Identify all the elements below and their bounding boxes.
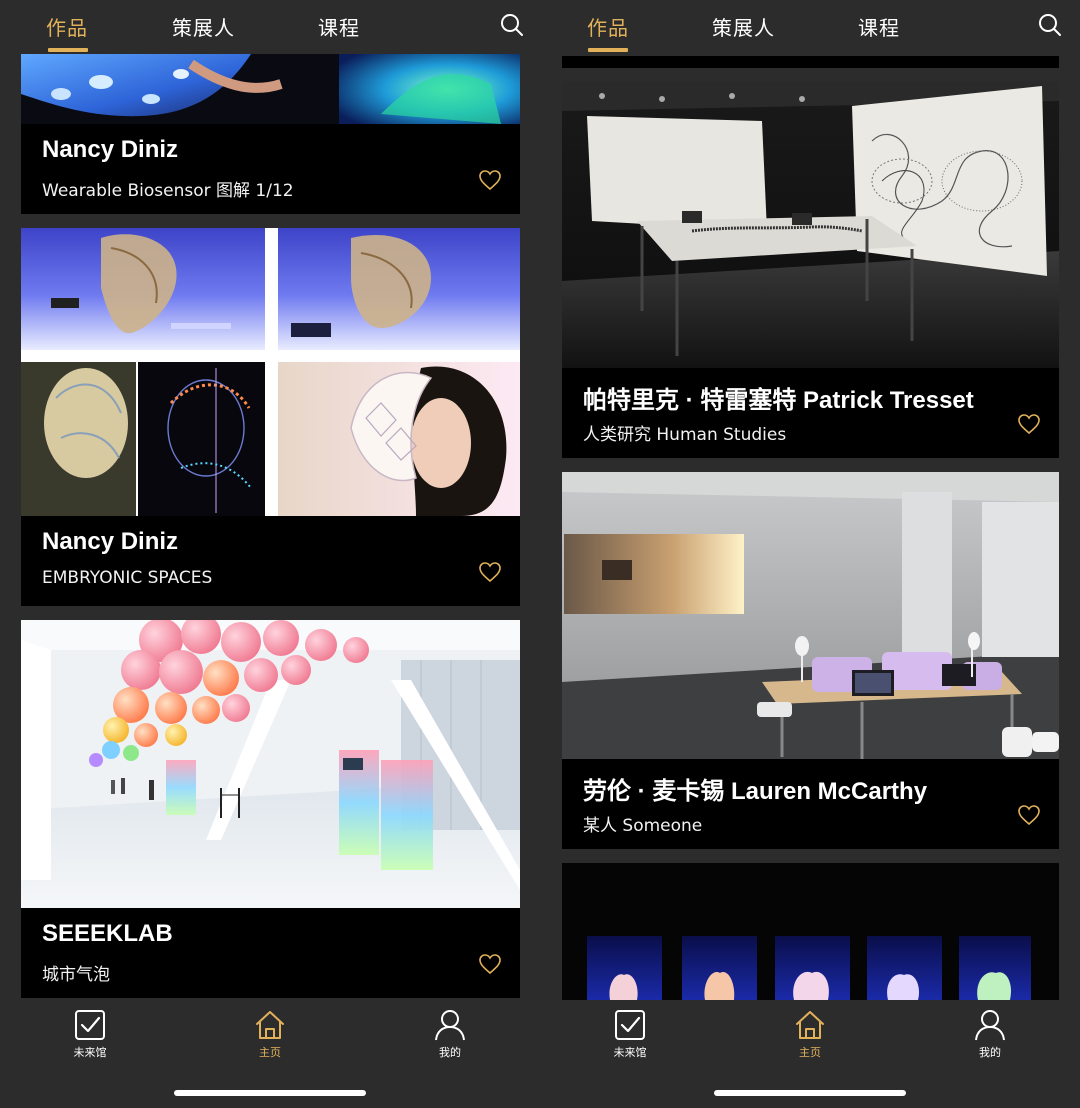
- work-image: [562, 472, 1059, 759]
- heart-outline-icon[interactable]: [478, 953, 502, 975]
- work-title: 劳伦 · 麦卡锡 Lauren McCarthy: [583, 778, 928, 805]
- heart-outline-icon[interactable]: [1017, 413, 1041, 435]
- work-card[interactable]: SEEEKLAB 城市气泡: [21, 620, 520, 998]
- work-image: [21, 620, 520, 908]
- work-info: Nancy Diniz EMBRYONIC SPACES: [21, 516, 520, 606]
- works-feed[interactable]: Nancy Diniz Wearable Biosensor 图解 1/12 N…: [21, 0, 520, 1000]
- tabbar-label: 主页: [259, 1046, 281, 1059]
- work-title: SEEEKLAB: [42, 920, 173, 947]
- home-indicator[interactable]: [714, 1090, 906, 1096]
- user-icon: [435, 1010, 465, 1041]
- tabbar-label: 主页: [799, 1046, 821, 1059]
- home-icon: [256, 1011, 284, 1039]
- work-info: Nancy Diniz Wearable Biosensor 图解 1/12: [21, 124, 520, 214]
- heart-outline-icon[interactable]: [1017, 804, 1041, 826]
- work-subtitle: 人类研究 Human Studies: [583, 425, 787, 445]
- tabbar-label: 我的: [439, 1046, 461, 1059]
- works-feed[interactable]: 帕特里克 · 特雷塞特 Patrick Tresset 人类研究 Human S…: [562, 0, 1059, 1000]
- tabbar-item-profile[interactable]: 我的: [960, 1008, 1020, 1060]
- work-subtitle: 某人 Someone: [583, 816, 703, 836]
- heart-outline-icon[interactable]: [478, 561, 502, 583]
- work-image: [562, 863, 1059, 1000]
- home-indicator[interactable]: [174, 1090, 366, 1096]
- tabbar-item-home[interactable]: 主页: [240, 1008, 300, 1060]
- work-subtitle: Wearable Biosensor 图解 1/12: [42, 181, 294, 201]
- work-card[interactable]: [562, 56, 1059, 68]
- work-card[interactable]: 劳伦 · 麦卡锡 Lauren McCarthy 某人 Someone: [562, 472, 1059, 849]
- tabbar-item-home[interactable]: 主页: [780, 1008, 840, 1060]
- work-info: 帕特里克 · 特雷塞特 Patrick Tresset 人类研究 Human S…: [562, 368, 1059, 458]
- left-screen: 作品 策展人 课程 Nancy Diniz Wearable Biosensor…: [0, 0, 540, 1108]
- work-subtitle: EMBRYONIC SPACES: [42, 568, 213, 588]
- heart-outline-icon[interactable]: [478, 169, 502, 191]
- work-card[interactable]: Nancy Diniz EMBRYONIC SPACES: [21, 228, 520, 606]
- work-image: [21, 228, 520, 516]
- work-title: Nancy Diniz: [42, 136, 179, 163]
- work-card[interactable]: Nancy Diniz Wearable Biosensor 图解 1/12: [21, 54, 520, 214]
- tabbar-label: 未来馆: [73, 1046, 107, 1059]
- work-info: SEEEKLAB 城市气泡: [21, 908, 520, 998]
- user-icon: [975, 1010, 1005, 1041]
- tabbar-item-future-hall[interactable]: 未来馆: [600, 1008, 660, 1060]
- work-info: 劳伦 · 麦卡锡 Lauren McCarthy 某人 Someone: [562, 759, 1059, 849]
- checkbox-icon: [75, 1010, 105, 1040]
- work-card[interactable]: [562, 863, 1059, 1000]
- work-image: [21, 54, 520, 124]
- work-title: Nancy Diniz: [42, 528, 179, 555]
- work-title: 帕特里克 · 特雷塞特 Patrick Tresset: [583, 387, 974, 414]
- work-subtitle: 城市气泡: [42, 965, 110, 985]
- home-icon: [796, 1011, 824, 1039]
- checkbox-icon: [615, 1010, 645, 1040]
- tabbar-item-profile[interactable]: 我的: [420, 1008, 480, 1060]
- tabbar-label: 我的: [979, 1046, 1001, 1059]
- right-screen: 作品 策展人 课程 帕特里克 · 特雷塞特 Patrick Tresset 人类…: [540, 0, 1080, 1108]
- tabbar-item-future-hall[interactable]: 未来馆: [60, 1008, 120, 1060]
- work-image: [562, 81, 1059, 368]
- tabbar-label: 未来馆: [613, 1046, 647, 1059]
- work-card[interactable]: 帕特里克 · 特雷塞特 Patrick Tresset 人类研究 Human S…: [562, 81, 1059, 458]
